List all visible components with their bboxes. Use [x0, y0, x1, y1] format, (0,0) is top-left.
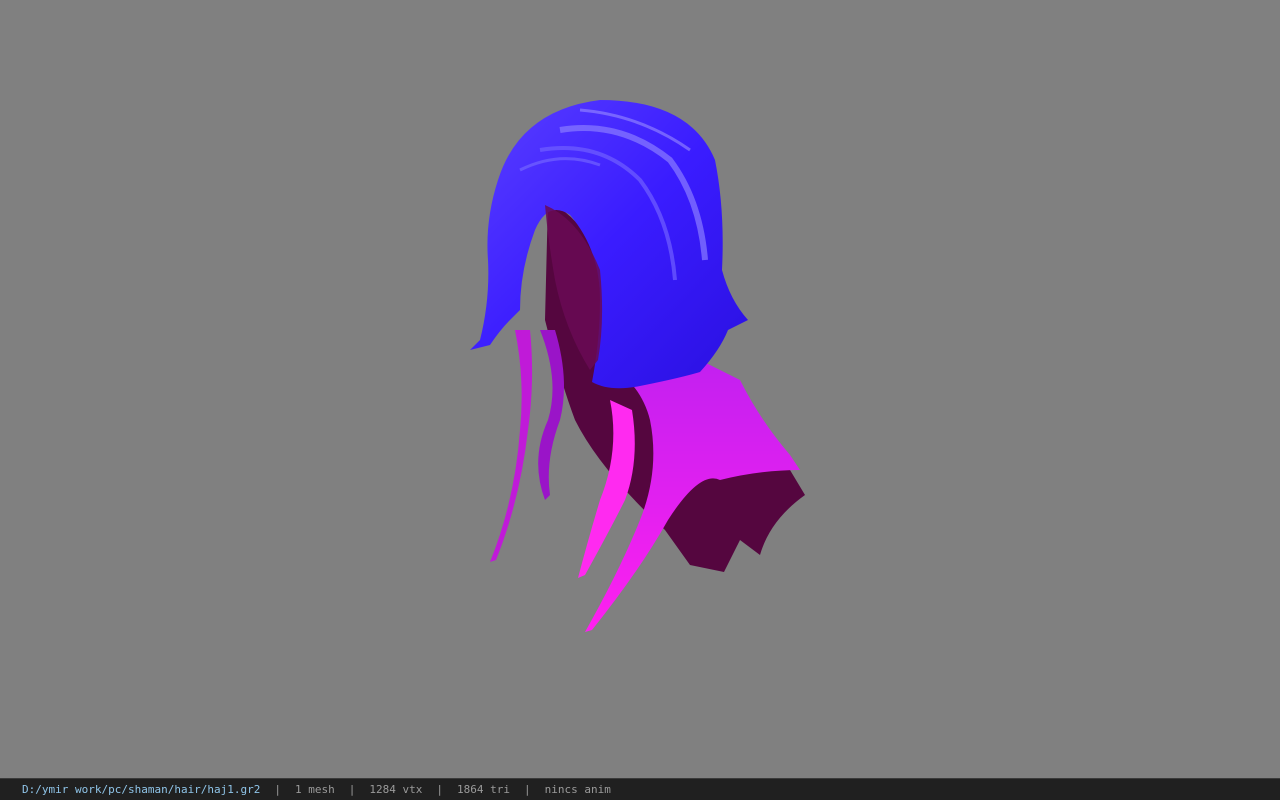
hair-cap	[470, 100, 748, 389]
separator: |	[348, 783, 356, 796]
triangle-count: 1864 tri	[457, 783, 511, 796]
3d-viewport[interactable]	[0, 0, 1280, 778]
hair-left-strand	[490, 330, 533, 562]
vertex-count: 1284 vtx	[369, 783, 423, 796]
separator: |	[274, 783, 282, 796]
mesh-count: 1 mesh	[295, 783, 335, 796]
separator: |	[524, 783, 531, 796]
animation-status: nincs anim	[544, 783, 611, 796]
file-path: D:/ymir work/pc/shaman/hair/haj1.gr2	[22, 783, 261, 796]
status-bar: D:/ymir work/pc/shaman/hair/haj1.gr2 | 1…	[0, 778, 1280, 800]
separator: |	[436, 783, 444, 796]
hair-model	[470, 100, 805, 632]
